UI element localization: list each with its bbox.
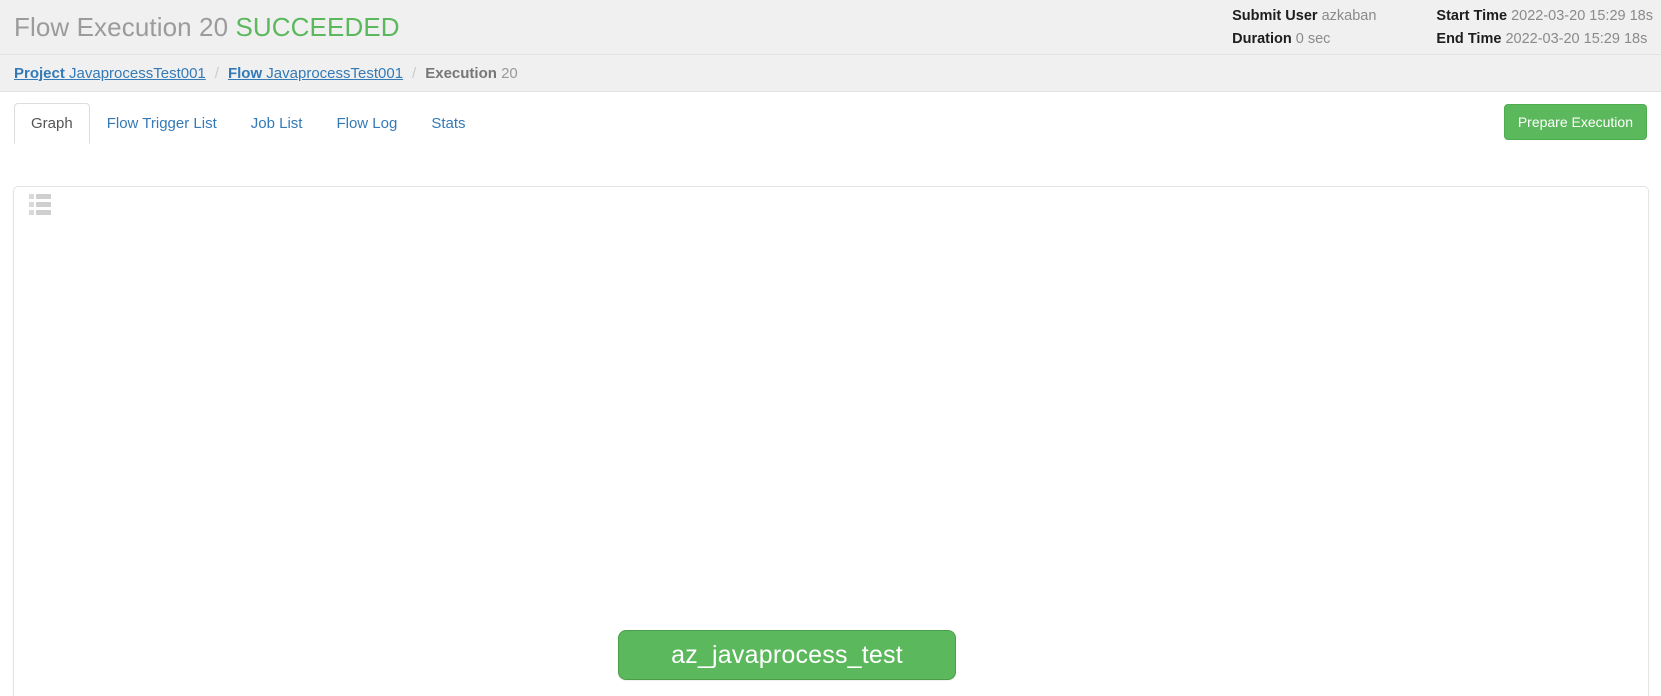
submit-user-label: Submit User: [1232, 7, 1318, 24]
duration-value: 0 sec: [1295, 30, 1331, 47]
breadcrumb-key-execution: Execution: [425, 64, 497, 82]
breadcrumb-key-flow: Flow: [227, 64, 263, 82]
breadcrumb-item-flow[interactable]: Flow JavaprocessTest001: [228, 65, 403, 82]
tab-job-list-link[interactable]: Job List: [234, 103, 320, 144]
tab-graph-link[interactable]: Graph: [14, 103, 90, 144]
tab-stats[interactable]: Stats: [414, 103, 482, 144]
tab-flow-log[interactable]: Flow Log: [319, 103, 414, 144]
tab-flow-trigger-list-link[interactable]: Flow Trigger List: [90, 103, 234, 144]
breadcrumb-value-execution: 20: [501, 64, 518, 82]
end-time-label: End Time: [1436, 30, 1502, 47]
page-header: Flow Execution 20 SUCCEEDED Submit User …: [0, 0, 1661, 55]
duration-row: Duration 0 sec: [1232, 28, 1376, 51]
graph-panel: az_javaprocess_test: [13, 186, 1649, 696]
breadcrumb-value-project: JavaprocessTest001: [69, 64, 206, 82]
breadcrumb-item-execution: Execution 20: [425, 65, 518, 82]
start-time-value: 2022-03-20 15:29 18s: [1511, 7, 1653, 24]
tab-stats-link[interactable]: Stats: [414, 103, 482, 144]
execution-meta: Submit User azkaban Duration 0 sec Start…: [1232, 0, 1661, 55]
tab-job-list[interactable]: Job List: [234, 103, 320, 144]
page-title: Flow Execution 20 SUCCEEDED: [0, 12, 400, 43]
flow-node-label: az_javaprocess_test: [671, 641, 903, 669]
submit-user-value: azkaban: [1321, 7, 1377, 24]
tab-list: Graph Flow Trigger List Job List Flow Lo…: [14, 103, 483, 144]
tab-bar: Graph Flow Trigger List Job List Flow Lo…: [0, 92, 1661, 144]
tab-flow-trigger-list[interactable]: Flow Trigger List: [90, 103, 234, 144]
end-time-row: End Time 2022-03-20 15:29 18s: [1436, 28, 1653, 51]
breadcrumb-separator-2: /: [412, 64, 417, 82]
submit-user-row: Submit User azkaban: [1232, 5, 1376, 28]
duration-label: Duration: [1232, 30, 1292, 47]
breadcrumb-separator-1: /: [214, 64, 219, 82]
breadcrumb-value-flow: JavaprocessTest001: [266, 64, 404, 82]
breadcrumb: Project JavaprocessTest001 / Flow Javapr…: [0, 55, 1661, 92]
meta-column-left: Submit User azkaban Duration 0 sec: [1232, 5, 1376, 51]
breadcrumb-item-project[interactable]: Project JavaprocessTest001: [14, 65, 206, 82]
tab-flow-log-link[interactable]: Flow Log: [319, 103, 414, 144]
start-time-row: Start Time 2022-03-20 15:29 18s: [1436, 5, 1653, 28]
execution-status: SUCCEEDED: [235, 11, 400, 42]
start-time-label: Start Time: [1436, 7, 1508, 24]
end-time-value: 2022-03-20 15:29 18s: [1505, 30, 1648, 47]
page-title-text: Flow Execution 20: [14, 11, 229, 42]
graph-canvas[interactable]: az_javaprocess_test: [14, 187, 1648, 696]
prepare-execution-button[interactable]: Prepare Execution: [1503, 104, 1647, 140]
meta-column-right: Start Time 2022-03-20 15:29 18s End Time…: [1436, 5, 1653, 51]
breadcrumb-key-project: Project: [14, 64, 65, 82]
flow-node-az-javaprocess-test[interactable]: az_javaprocess_test: [618, 630, 956, 680]
tab-graph[interactable]: Graph: [14, 103, 90, 144]
